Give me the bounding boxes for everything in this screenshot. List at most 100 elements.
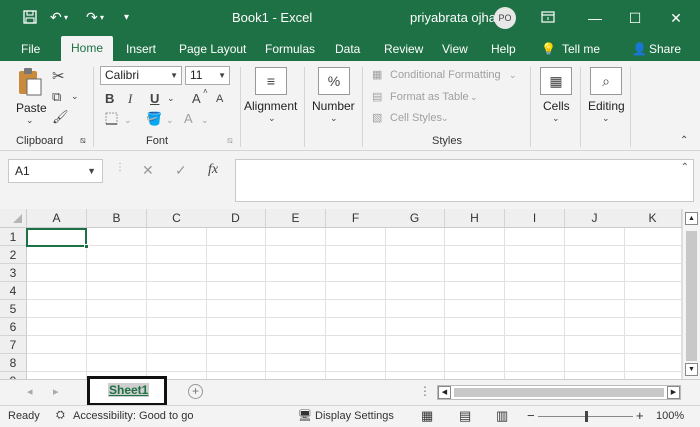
cell-c5[interactable]: [147, 300, 207, 318]
tab-data[interactable]: Data: [331, 40, 364, 61]
ribbon-display-options-icon[interactable]: [538, 8, 558, 28]
cell-e7[interactable]: [266, 336, 326, 354]
bold-button[interactable]: B: [105, 91, 114, 106]
cell-h6[interactable]: [445, 318, 505, 336]
formula-input[interactable]: ⌃: [235, 159, 694, 202]
cell-c2[interactable]: [147, 246, 207, 264]
customize-quick-access-icon[interactable]: ▾: [124, 12, 129, 30]
redo-dropdown-icon[interactable]: ▾: [100, 13, 104, 31]
underline-button[interactable]: U: [150, 91, 159, 106]
cell-b4[interactable]: [87, 282, 147, 300]
cell-g4[interactable]: [385, 282, 445, 300]
cell-f5[interactable]: [326, 300, 386, 318]
row-header-2[interactable]: 2: [0, 246, 27, 264]
cell-g5[interactable]: [385, 300, 445, 318]
row-header-9[interactable]: 9: [0, 372, 27, 379]
percent-icon[interactable]: %: [318, 67, 350, 95]
cell-h7[interactable]: [445, 336, 505, 354]
cell-a7[interactable]: [27, 336, 87, 354]
column-header-h[interactable]: H: [445, 209, 505, 228]
borders-icon[interactable]: [105, 112, 118, 128]
save-icon[interactable]: [22, 9, 38, 27]
column-header-g[interactable]: G: [385, 209, 445, 228]
cell-j8[interactable]: [565, 354, 625, 372]
zoom-in-icon[interactable]: +: [636, 408, 644, 423]
column-header-a[interactable]: A: [27, 209, 87, 228]
scroll-thumb[interactable]: [454, 388, 664, 397]
cell-k7[interactable]: [624, 336, 682, 354]
cell-i4[interactable]: [505, 282, 565, 300]
scroll-left-icon[interactable]: ◀: [438, 386, 451, 399]
normal-view-icon[interactable]: ▦: [421, 408, 433, 424]
font-color-dropdown-icon[interactable]: ⌄: [201, 115, 209, 126]
cell-h8[interactable]: [445, 354, 505, 372]
cell-d3[interactable]: [206, 264, 266, 282]
column-header-i[interactable]: I: [505, 209, 565, 228]
font-size-select[interactable]: 11 ▼: [185, 66, 230, 85]
cell-b5[interactable]: [87, 300, 147, 318]
cell-f8[interactable]: [326, 354, 386, 372]
cell-i5[interactable]: [505, 300, 565, 318]
next-sheet-icon[interactable]: ▸: [53, 385, 59, 398]
page-break-preview-icon[interactable]: ▥: [496, 408, 508, 424]
row-header-5[interactable]: 5: [0, 300, 27, 318]
active-cell-selection[interactable]: [26, 228, 89, 249]
cell-b6[interactable]: [87, 318, 147, 336]
cell-b2[interactable]: [87, 246, 147, 264]
cell-c1[interactable]: [147, 228, 207, 246]
column-header-d[interactable]: D: [206, 209, 266, 228]
cell-c4[interactable]: [147, 282, 207, 300]
cells-dropdown-icon[interactable]: ⌄: [552, 113, 560, 124]
cells-icon[interactable]: ▦: [540, 67, 572, 95]
cell-b3[interactable]: [87, 264, 147, 282]
cell-h9[interactable]: [445, 372, 505, 379]
maximize-icon[interactable]: ☐: [625, 8, 645, 28]
sheet-tab-sheet1[interactable]: Sheet1: [87, 376, 167, 406]
cell-g9[interactable]: [385, 372, 445, 379]
cell-e4[interactable]: [266, 282, 326, 300]
tab-view[interactable]: View: [438, 40, 472, 61]
display-settings-button[interactable]: Display Settings: [315, 410, 394, 422]
collapse-ribbon-icon[interactable]: ⌃: [680, 135, 688, 146]
cell-h5[interactable]: [445, 300, 505, 318]
cell-d6[interactable]: [206, 318, 266, 336]
cell-a6[interactable]: [27, 318, 87, 336]
minimize-icon[interactable]: —: [585, 8, 605, 28]
cell-g7[interactable]: [385, 336, 445, 354]
more-options-icon[interactable]: ⋮: [115, 162, 125, 173]
tab-split-handle[interactable]: ⋮: [419, 384, 431, 398]
cell-i7[interactable]: [505, 336, 565, 354]
column-header-e[interactable]: E: [266, 209, 326, 228]
zoom-slider-knob[interactable]: [585, 411, 588, 422]
tab-insert[interactable]: Insert: [122, 40, 160, 61]
row-header-4[interactable]: 4: [0, 282, 27, 300]
cell-j7[interactable]: [565, 336, 625, 354]
cell-j3[interactable]: [565, 264, 625, 282]
vertical-scrollbar[interactable]: ▲ ▼: [682, 209, 700, 379]
cell-h4[interactable]: [445, 282, 505, 300]
cell-a8[interactable]: [27, 354, 87, 372]
cell-i1[interactable]: [505, 228, 565, 246]
cell-c3[interactable]: [147, 264, 207, 282]
cell-f1[interactable]: [326, 228, 386, 246]
cell-h3[interactable]: [445, 264, 505, 282]
number-button[interactable]: Number: [312, 99, 355, 113]
cell-i2[interactable]: [505, 246, 565, 264]
expand-formula-bar-icon[interactable]: ⌃: [681, 162, 689, 173]
scroll-up-icon[interactable]: ▲: [685, 212, 698, 225]
font-name-select[interactable]: Calibri ▼: [100, 66, 182, 85]
row-header-7[interactable]: 7: [0, 336, 27, 354]
close-icon[interactable]: ✕: [666, 8, 686, 28]
cell-e9[interactable]: [266, 372, 326, 379]
paste-icon[interactable]: [16, 67, 44, 96]
page-layout-view-icon[interactable]: ▤: [459, 408, 471, 424]
cancel-icon[interactable]: ✕: [142, 162, 154, 179]
redo-icon[interactable]: ↷: [86, 9, 98, 27]
cell-e3[interactable]: [266, 264, 326, 282]
editing-dropdown-icon[interactable]: ⌄: [602, 113, 610, 124]
cell-i9[interactable]: [505, 372, 565, 379]
cell-d2[interactable]: [206, 246, 266, 264]
cell-j5[interactable]: [565, 300, 625, 318]
share-button[interactable]: Share: [645, 40, 685, 61]
cell-f2[interactable]: [326, 246, 386, 264]
